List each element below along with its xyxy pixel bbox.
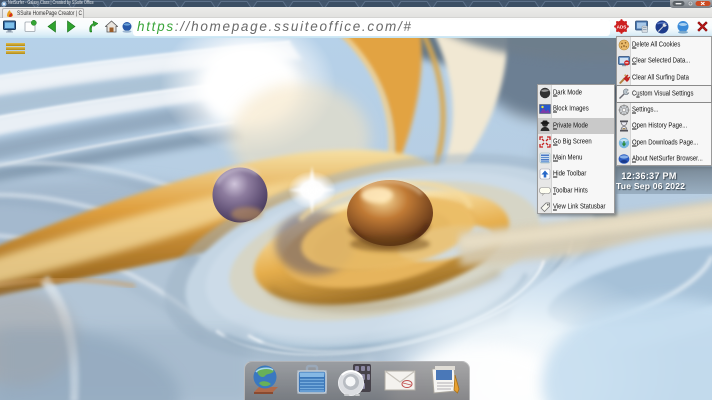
svg-text:ADS: ADS bbox=[617, 25, 627, 30]
